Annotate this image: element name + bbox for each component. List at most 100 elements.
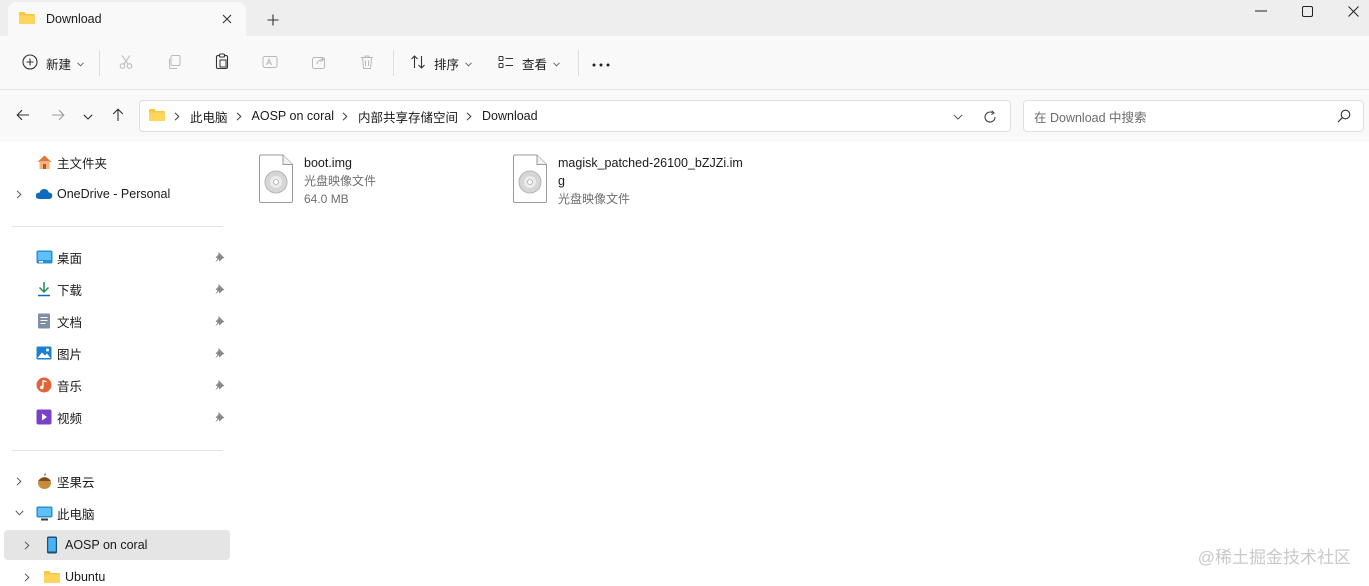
arrow-up-icon	[112, 108, 124, 125]
cut-button[interactable]	[118, 36, 134, 90]
sort-button[interactable]: 排序	[410, 36, 472, 90]
sidebar-item-pictures[interactable]: 图片	[4, 338, 230, 368]
sidebar-item-onedrive[interactable]: OneDrive - Personal	[4, 179, 230, 209]
more-options-button[interactable]	[592, 36, 610, 90]
copy-button[interactable]	[166, 36, 182, 90]
nut-icon	[35, 472, 53, 490]
file-item[interactable]: boot.img 光盘映像文件 64.0 MB	[258, 154, 458, 208]
rename-button[interactable]	[262, 36, 278, 90]
pin-icon	[214, 379, 226, 391]
address-bar[interactable]: 此电脑 AOSP on coral 内部共享存储空间 Download	[139, 100, 1011, 132]
computer-icon	[35, 504, 53, 522]
navigation-pane: 主文件夹 OneDrive - Personal 桌面 下载 文档	[0, 142, 236, 586]
sidebar-item-desktop[interactable]: 桌面	[4, 242, 230, 272]
desktop-icon	[35, 248, 53, 266]
sidebar-item-label: 此电脑	[57, 504, 95, 523]
delete-button[interactable]	[359, 36, 375, 90]
close-tab-icon[interactable]	[218, 10, 236, 28]
breadcrumb-this-pc[interactable]: 此电脑	[190, 107, 228, 126]
sidebar-item-jianguoyun[interactable]: 坚果云	[4, 466, 230, 496]
breadcrumb-download[interactable]: Download	[482, 109, 538, 123]
share-button[interactable]	[311, 36, 327, 90]
pin-icon	[214, 251, 226, 263]
file-type: 光盘映像文件	[304, 172, 376, 190]
chevron-down-icon[interactable]	[12, 506, 26, 520]
plus-circle-icon	[22, 54, 38, 73]
sidebar-item-this-pc[interactable]: 此电脑	[4, 498, 230, 528]
sidebar-item-aosp[interactable]: AOSP on coral	[4, 530, 230, 560]
file-type: 光盘映像文件	[558, 190, 746, 208]
sort-label: 排序	[434, 54, 459, 73]
folder-icon	[18, 11, 36, 28]
picture-icon	[35, 344, 53, 362]
breadcrumb-separator-icon[interactable]	[342, 112, 348, 121]
breadcrumb-separator-icon[interactable]	[174, 112, 180, 121]
document-icon	[35, 312, 53, 330]
tab-download[interactable]: Download	[8, 2, 246, 36]
chevron-right-icon[interactable]	[20, 538, 34, 552]
arrow-left-icon	[16, 109, 30, 124]
pin-icon	[214, 283, 226, 295]
chevron-right-icon[interactable]	[12, 474, 26, 488]
sidebar-item-label: 坚果云	[57, 472, 95, 491]
sidebar-item-label: OneDrive - Personal	[57, 187, 170, 201]
sidebar-item-label: Ubuntu	[65, 570, 105, 584]
new-button[interactable]: 新建	[22, 36, 84, 90]
sidebar-item-ubuntu[interactable]: Ubuntu	[4, 562, 230, 586]
up-button[interactable]	[106, 104, 130, 128]
sidebar-item-videos[interactable]: 视频	[4, 402, 230, 432]
copy-icon	[166, 54, 182, 73]
search-input[interactable]: 在 Download 中搜索	[1023, 100, 1364, 132]
breadcrumb-separator-icon[interactable]	[236, 112, 242, 121]
chevron-down-icon	[553, 56, 560, 70]
folder-icon	[148, 108, 166, 125]
file-size: 64.0 MB	[304, 190, 376, 208]
forward-button[interactable]	[46, 104, 70, 128]
back-button[interactable]	[11, 104, 35, 128]
arrow-right-icon	[51, 109, 65, 124]
close-window-button[interactable]	[1330, 0, 1369, 22]
sidebar-divider	[12, 450, 223, 451]
refresh-icon[interactable]	[980, 107, 1000, 127]
sidebar-item-home[interactable]: 主文件夹	[4, 147, 230, 177]
new-tab-button[interactable]	[262, 9, 284, 31]
minimize-button[interactable]	[1238, 0, 1284, 22]
chevron-right-icon[interactable]	[12, 187, 26, 201]
home-icon	[35, 153, 53, 171]
chevron-right-icon[interactable]	[20, 570, 34, 584]
disc-image-file-icon	[512, 154, 548, 204]
sidebar-item-label: 图片	[57, 344, 82, 363]
sidebar-item-documents[interactable]: 文档	[4, 306, 230, 336]
sidebar-item-label: 桌面	[57, 248, 82, 267]
video-icon	[35, 408, 53, 426]
sidebar-divider	[12, 226, 223, 227]
view-label: 查看	[522, 54, 547, 73]
breadcrumb-aosp[interactable]: AOSP on coral	[252, 109, 334, 123]
breadcrumb-internal-storage[interactable]: 内部共享存储空间	[358, 107, 458, 126]
sidebar-item-label: 下载	[57, 280, 82, 299]
more-dots-icon	[592, 56, 610, 70]
chevron-down-icon	[77, 56, 84, 70]
cloud-icon	[35, 185, 53, 203]
toolbar-divider	[393, 50, 394, 76]
sort-arrows-icon	[410, 54, 426, 73]
maximize-button[interactable]	[1284, 0, 1330, 22]
sidebar-item-label: AOSP on coral	[65, 538, 147, 552]
sidebar-item-label: 文档	[57, 312, 82, 331]
pin-icon	[214, 315, 226, 327]
scissors-icon	[118, 54, 134, 73]
music-note-icon	[35, 376, 53, 394]
address-history-dropdown-icon[interactable]	[950, 109, 966, 125]
paste-button[interactable]	[214, 36, 230, 90]
file-list: boot.img 光盘映像文件 64.0 MB magisk_patched-2…	[236, 142, 1369, 586]
sidebar-item-label: 音乐	[57, 376, 82, 395]
tab-title: Download	[46, 12, 102, 26]
sidebar-item-downloads[interactable]: 下载	[4, 274, 230, 304]
breadcrumb-separator-icon[interactable]	[466, 112, 472, 121]
clipboard-icon	[214, 53, 230, 73]
view-button[interactable]: 查看	[498, 36, 560, 90]
title-bar: Download	[0, 0, 1369, 36]
file-item[interactable]: magisk_patched-26100_bZJZi.img 光盘映像文件	[512, 154, 752, 208]
sidebar-item-music[interactable]: 音乐	[4, 370, 230, 400]
recent-locations-button[interactable]	[76, 104, 100, 128]
